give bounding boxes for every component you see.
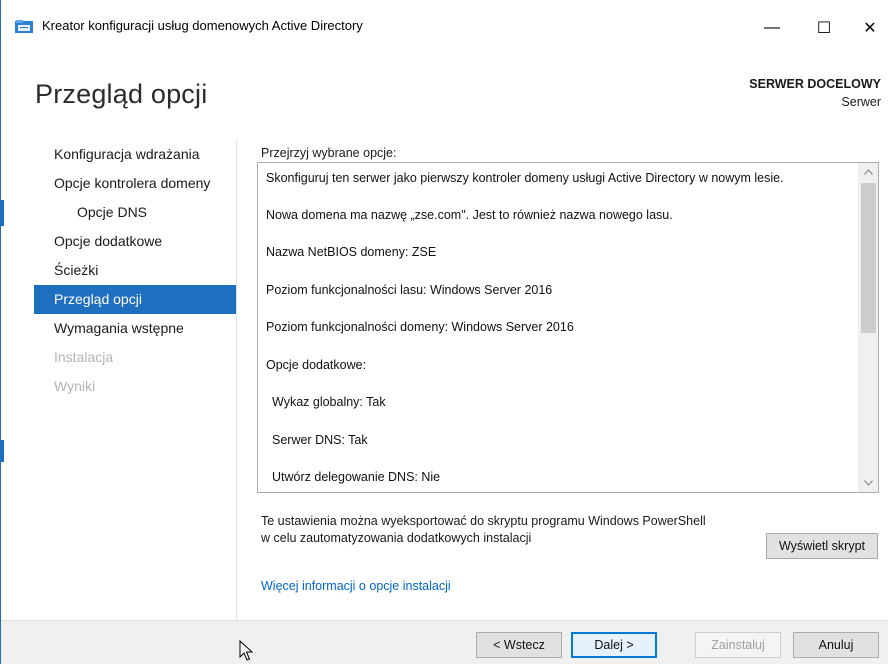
nav-item-prerequisites[interactable]: Wymagania wstępne	[34, 314, 236, 343]
left-edge-marker	[1, 200, 4, 226]
view-script-button[interactable]: Wyświetl skrypt	[766, 533, 878, 559]
nav-item-dns-options[interactable]: Opcje DNS	[34, 198, 236, 227]
maximize-icon: ☐	[816, 20, 832, 37]
page-title: Przegląd opcji	[35, 79, 208, 109]
chevron-down-icon	[864, 480, 873, 486]
nav-item-installation: Instalacja	[54, 349, 114, 365]
review-line: Skonfiguruj ten serwer jako pierwszy kon…	[266, 171, 784, 185]
target-server-name: Serwer	[841, 95, 881, 109]
more-info-link[interactable]: Więcej informacji o opcje instalacji	[261, 579, 451, 593]
next-button[interactable]: Dalej >	[571, 632, 657, 658]
chevron-up-icon	[864, 169, 873, 175]
review-line: Poziom funkcjonalności domeny: Windows S…	[266, 320, 574, 334]
server-manager-icon	[15, 20, 33, 33]
close-button[interactable]: ✕	[847, 0, 888, 56]
review-line: Wykaz globalny: Tak	[272, 395, 386, 409]
back-button[interactable]: < Wstecz	[476, 632, 562, 658]
install-button: Zainstaluj	[695, 632, 781, 658]
nav-divider	[236, 140, 237, 624]
export-info-line: Te ustawienia można wyeksportować do skr…	[261, 514, 706, 528]
wizard-nav: Konfiguracja wdrażania Opcje kontrolera …	[34, 140, 236, 401]
window-title: Kreator konfiguracji usług domenowych Ac…	[42, 18, 363, 33]
review-caption: Przejrzyj wybrane opcje:	[261, 146, 397, 160]
left-edge-marker	[1, 440, 4, 462]
nav-item-paths[interactable]: Ścieżki	[34, 256, 236, 285]
cancel-button[interactable]: Anuluj	[793, 632, 879, 658]
mouse-cursor-icon	[239, 640, 253, 661]
close-icon: ✕	[863, 20, 877, 37]
maximize-button[interactable]: ☐	[801, 0, 847, 56]
review-options-textbox[interactable]: Skonfiguruj ten serwer jako pierwszy kon…	[257, 162, 879, 493]
nav-item-additional-options[interactable]: Opcje dodatkowe	[34, 227, 236, 256]
review-line: Serwer DNS: Tak	[272, 433, 368, 447]
review-line: Opcje dodatkowe:	[266, 358, 367, 372]
export-info-text: Te ustawienia można wyeksportować do skr…	[261, 513, 706, 547]
export-info-line: w celu zautomatyzowania dodatkowych inst…	[261, 531, 532, 545]
scroll-up-button[interactable]	[859, 163, 878, 181]
review-line: Poziom funkcjonalności lasu: Windows Ser…	[266, 283, 553, 297]
review-line: Nowa domena ma nazwę „zse.com". Jest to …	[266, 208, 673, 222]
nav-item-review-options[interactable]: Przegląd opcji	[34, 285, 236, 314]
scrollbar-thumb[interactable]	[861, 183, 876, 333]
title-bar[interactable]: Kreator konfiguracji usług domenowych Ac…	[1, 0, 888, 56]
minimize-button[interactable]: —	[749, 0, 795, 56]
nav-item-dc-options[interactable]: Opcje kontrolera domeny	[34, 169, 236, 198]
scroll-down-button[interactable]	[859, 474, 878, 492]
minimize-icon: —	[764, 19, 780, 36]
vertical-scrollbar[interactable]	[858, 163, 878, 492]
review-line: Nazwa NetBIOS domeny: ZSE	[266, 245, 437, 259]
target-server-caption: SERWER DOCELOWY	[749, 77, 881, 91]
review-line: Utwórz delegowanie DNS: Nie	[272, 470, 441, 484]
wizard-window: Kreator konfiguracji usług domenowych Ac…	[0, 0, 888, 664]
nav-item-results: Wyniki	[54, 378, 96, 394]
nav-item-deployment-configuration[interactable]: Konfiguracja wdrażania	[34, 140, 236, 169]
